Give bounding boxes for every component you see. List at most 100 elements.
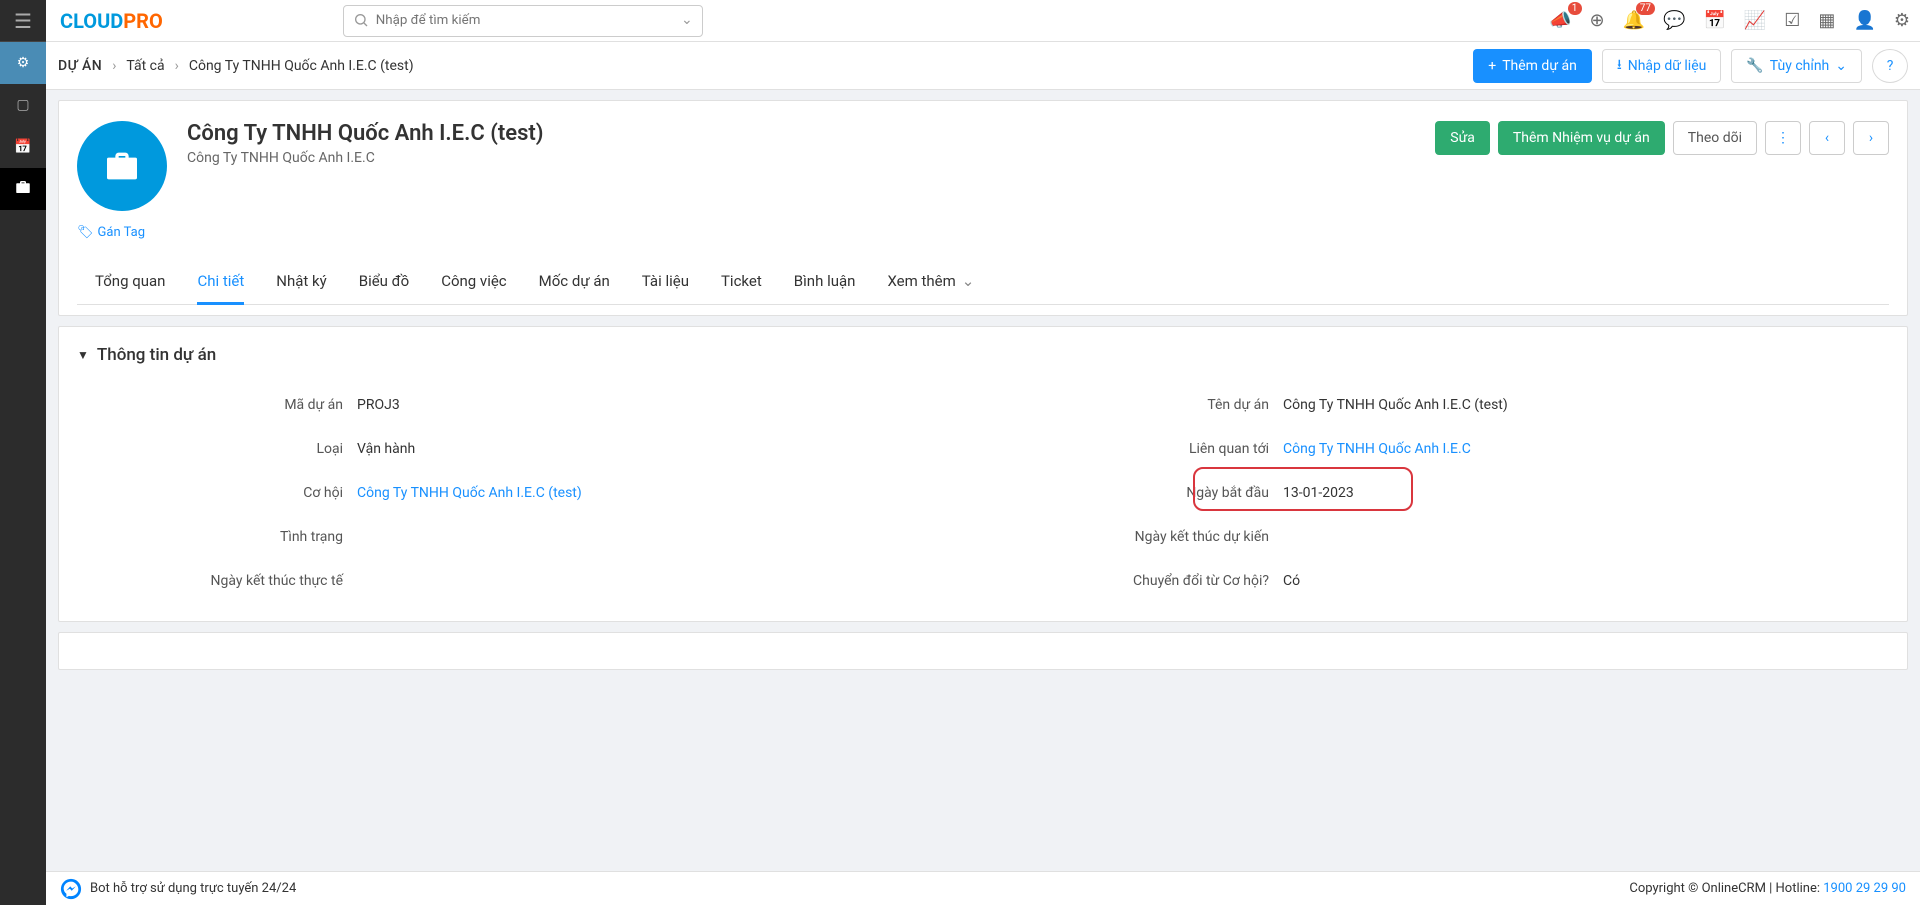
badge: 77 bbox=[1636, 2, 1655, 15]
breadcrumb-all[interactable]: Tất cả bbox=[126, 58, 164, 74]
notifications-button[interactable]: 🔔 77 bbox=[1623, 10, 1645, 31]
field-code: Mã dự án PROJ3 bbox=[77, 383, 963, 427]
tab-chart[interactable]: Biểu đồ bbox=[359, 258, 409, 304]
breadcrumb-root[interactable]: DỰ ÁN bbox=[58, 58, 102, 74]
label: Nhập dữ liệu bbox=[1628, 58, 1707, 74]
messenger-icon bbox=[60, 878, 82, 900]
edit-button[interactable]: Sửa bbox=[1435, 121, 1490, 155]
global-search: ⌄ bbox=[343, 5, 703, 37]
tab-log[interactable]: Nhật ký bbox=[276, 258, 326, 304]
field-label: Tên dự án bbox=[1003, 397, 1283, 413]
field-related: Liên quan tới Công Ty TNHH Quốc Anh I.E.… bbox=[1003, 427, 1889, 471]
tab-more[interactable]: Xem thêm⌄ bbox=[887, 258, 974, 304]
field-value[interactable]: Công Ty TNHH Quốc Anh I.E.C (test) bbox=[357, 485, 582, 501]
megaphone-icon: 📣 bbox=[1549, 10, 1571, 31]
sidebar-item-settings[interactable]: ⚙ bbox=[0, 42, 46, 84]
gear-icon: ⚙ bbox=[1894, 10, 1910, 31]
hotline-link[interactable]: 1900 29 29 90 bbox=[1823, 881, 1906, 896]
triangle-down-icon: ▼ bbox=[77, 348, 89, 362]
field-value[interactable]: 13-01-2023 bbox=[1283, 485, 1354, 501]
detail-section: ▼ Thông tin dự án Mã dự án PROJ3 Tên dự … bbox=[58, 326, 1908, 622]
tab-comment[interactable]: Bình luận bbox=[794, 258, 856, 304]
field-value[interactable]: PROJ3 bbox=[357, 397, 400, 413]
prev-record-button[interactable]: ‹ bbox=[1809, 121, 1845, 155]
tab-document[interactable]: Tài liệu bbox=[642, 258, 689, 304]
reports-button[interactable]: 📈 bbox=[1744, 10, 1766, 31]
briefcase-icon bbox=[102, 146, 142, 186]
help-button[interactable]: ? bbox=[1872, 49, 1908, 83]
wrench-icon: 🔧 bbox=[1746, 58, 1763, 74]
chevron-right-icon: › bbox=[1869, 130, 1873, 146]
record-avatar bbox=[77, 121, 167, 211]
follow-button[interactable]: Theo dõi bbox=[1673, 121, 1757, 155]
chat-button[interactable]: 💬 bbox=[1663, 10, 1685, 31]
calendar-button[interactable]: 📅 bbox=[1703, 10, 1725, 31]
field-value[interactable]: Công Ty TNHH Quốc Anh I.E.C bbox=[1283, 441, 1471, 457]
add-task-button[interactable]: Thêm Nhiệm vụ dự án bbox=[1498, 121, 1665, 155]
more-actions-button[interactable]: ⋮ bbox=[1765, 121, 1801, 155]
settings-button[interactable]: ⚙ bbox=[1894, 10, 1910, 31]
copyright-text: Copyright © OnlineCRM | Hotline: bbox=[1629, 881, 1823, 896]
gears-icon: ⚙ bbox=[17, 55, 30, 71]
label: Gán Tag bbox=[98, 225, 146, 240]
field-label: Mã dự án bbox=[77, 397, 357, 413]
footer: Bot hỗ trợ sử dụng trực tuyến 24/24 Copy… bbox=[46, 871, 1920, 905]
label: Thêm dự án bbox=[1502, 58, 1577, 74]
field-label: Cơ hội bbox=[77, 485, 357, 501]
profile-button[interactable]: 👤 bbox=[1853, 10, 1875, 31]
chart-icon: 📈 bbox=[1744, 10, 1766, 31]
search-input[interactable] bbox=[343, 5, 703, 37]
tab-work[interactable]: Công việc bbox=[441, 258, 506, 304]
field-value[interactable]: Vận hành bbox=[357, 441, 415, 457]
tab-ticket[interactable]: Ticket bbox=[721, 258, 762, 304]
add-project-button[interactable]: + Thêm dự án bbox=[1473, 49, 1592, 83]
announcements-button[interactable]: 📣 1 bbox=[1549, 10, 1571, 31]
sidebar-item-calendar[interactable]: 📅 bbox=[0, 126, 46, 168]
chevron-left-icon: ‹ bbox=[1825, 130, 1829, 146]
sidebar-item-dashboard[interactable]: ▢ bbox=[0, 84, 46, 126]
tab-detail[interactable]: Chi tiết bbox=[197, 258, 244, 304]
download-icon: ⭳ bbox=[1617, 54, 1622, 78]
field-label: Ngày kết thúc dự kiến bbox=[1003, 529, 1283, 545]
footer-bot-text[interactable]: Bot hỗ trợ sử dụng trực tuyến 24/24 bbox=[90, 881, 296, 896]
tasks-button[interactable]: ☑ bbox=[1784, 10, 1800, 31]
logo[interactable]: CLOUDPRO bbox=[60, 3, 163, 39]
tag-icon: 🏷 bbox=[77, 225, 94, 240]
import-data-button[interactable]: ⭳ Nhập dữ liệu bbox=[1602, 49, 1722, 83]
customize-button[interactable]: 🔧 Tùy chỉnh ⌄ bbox=[1731, 49, 1862, 83]
calendar-icon: 📅 bbox=[1703, 10, 1725, 31]
field-value[interactable]: Công Ty TNHH Quốc Anh I.E.C (test) bbox=[1283, 397, 1508, 413]
chevron-down-icon: ⌄ bbox=[962, 272, 975, 290]
briefcase-icon bbox=[14, 178, 32, 200]
apps-button[interactable]: ▦ bbox=[1818, 10, 1835, 31]
record-title: Công Ty TNHH Quốc Anh I.E.C (test) bbox=[187, 121, 544, 146]
label: Sửa bbox=[1450, 130, 1475, 146]
section-toggle[interactable]: ▼ Thông tin dự án bbox=[77, 345, 1889, 365]
tabs: Tổng quan Chi tiết Nhật ký Biểu đồ Công … bbox=[77, 258, 1889, 305]
add-button[interactable]: ⊕ bbox=[1590, 10, 1605, 31]
field-start-date: Ngày bắt đầu 13-01-2023 bbox=[1003, 471, 1889, 515]
plus-circle-icon: ⊕ bbox=[1590, 10, 1605, 31]
field-actual-end: Ngày kết thúc thực tế bbox=[77, 559, 963, 603]
tab-overview[interactable]: Tổng quan bbox=[95, 258, 165, 304]
opportunity-link[interactable]: Công Ty TNHH Quốc Anh I.E.C (test) bbox=[357, 485, 582, 501]
plus-icon: + bbox=[1488, 58, 1496, 74]
field-value[interactable]: Có bbox=[1283, 573, 1300, 589]
field-label: Ngày bắt đầu bbox=[1003, 485, 1283, 501]
related-link[interactable]: Công Ty TNHH Quốc Anh I.E.C bbox=[1283, 441, 1471, 457]
checkbox-icon: ☑ bbox=[1784, 10, 1800, 31]
hamburger-menu[interactable]: ☰ bbox=[0, 0, 46, 42]
hamburger-icon: ☰ bbox=[14, 9, 32, 33]
label: Theo dõi bbox=[1688, 130, 1742, 146]
assign-tag-link[interactable]: 🏷 Gán Tag bbox=[77, 225, 145, 240]
record-subtitle: Công Ty TNHH Quốc Anh I.E.C bbox=[187, 150, 544, 166]
chevron-down-icon: ⌄ bbox=[1835, 58, 1847, 74]
tab-milestone[interactable]: Mốc dự án bbox=[539, 258, 610, 304]
topbar: CLOUDPRO ⌄ 📣 1 ⊕ 🔔 77 💬 bbox=[46, 0, 1920, 42]
dots-icon: ⋮ bbox=[1776, 130, 1790, 146]
field-type: Loại Vận hành bbox=[77, 427, 963, 471]
sidebar: ☰ ⚙ ▢ 📅 bbox=[0, 0, 46, 905]
next-record-button[interactable]: › bbox=[1853, 121, 1889, 155]
sidebar-item-projects[interactable] bbox=[0, 168, 46, 210]
chevron-down-icon[interactable]: ⌄ bbox=[681, 12, 693, 28]
